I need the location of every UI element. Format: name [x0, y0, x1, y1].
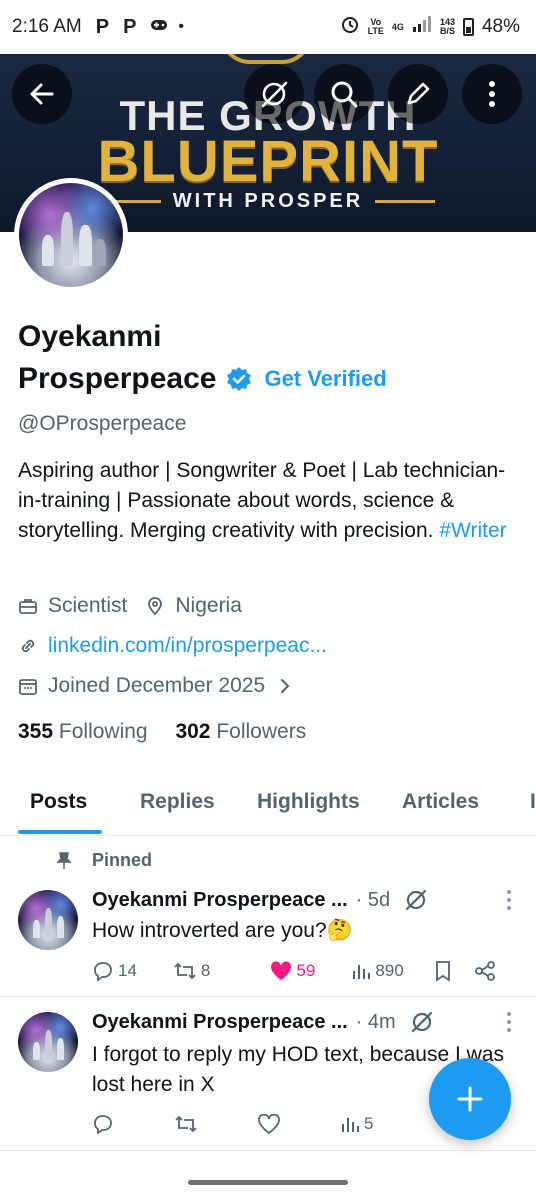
profile-meta-row: Scientist Nigeria [18, 594, 242, 618]
profile-handle: @OProsperpeace [18, 412, 187, 435]
calendar-icon [19, 679, 37, 695]
repost-icon [174, 962, 196, 980]
edit-button[interactable] [388, 64, 448, 124]
post-avatar[interactable] [18, 890, 78, 950]
location-pin-icon [148, 597, 163, 616]
views-chart-icon [342, 1118, 359, 1132]
reply-button[interactable] [92, 1113, 114, 1135]
bio-text: Aspiring author | Songwriter & Poet | La… [18, 459, 506, 542]
tab-articles[interactable]: Articles [402, 790, 479, 814]
more-options-button[interactable] [462, 64, 522, 124]
post-header: Oyekanmi Prosperpeace ... · 5d [92, 888, 512, 912]
like-button[interactable] [258, 1114, 280, 1134]
views-button[interactable]: 890 [351, 961, 404, 981]
banner-crest [220, 54, 312, 64]
post-time: · 5d [355, 888, 391, 911]
location-text: Nigeria [175, 594, 242, 617]
name-line1: Oyekanmi [18, 320, 162, 353]
vertical-dots-icon [489, 81, 495, 107]
tab-replies[interactable]: Replies [140, 790, 215, 814]
heart-outline-icon [258, 1114, 280, 1134]
back-button[interactable] [12, 64, 72, 124]
grok-icon[interactable] [410, 1010, 434, 1034]
profile-website-link[interactable]: linkedin.com/in/prosperpeac... [48, 634, 327, 658]
like-button[interactable]: 59 [270, 961, 315, 981]
volte-indicator: Vo LTE [367, 17, 384, 36]
repost-icon [175, 1115, 197, 1133]
following-link[interactable]: 355 Following [18, 720, 148, 743]
app-notification-icon: P [95, 15, 110, 38]
profession-text: Scientist [48, 594, 128, 617]
joined-text: Joined December 2025 [48, 674, 266, 697]
active-tab-indicator [18, 830, 102, 834]
profile-avatar[interactable] [14, 178, 128, 292]
battery-level: 48% [481, 16, 520, 37]
battery-icon [462, 18, 474, 36]
gesture-navigation-bar[interactable] [188, 1180, 348, 1185]
post-divider [0, 1150, 536, 1151]
repost-button[interactable]: 8 [173, 960, 210, 982]
post-actions: 14 8 59 890 [92, 960, 512, 982]
search-button[interactable] [314, 64, 374, 124]
post-time: · 4m [355, 1010, 396, 1033]
network-type: 4G [391, 21, 404, 32]
views-chart-icon [353, 965, 371, 979]
signal-icon [412, 16, 432, 38]
post-more-icon[interactable] [506, 889, 512, 911]
get-verified-link[interactable]: Get Verified [264, 358, 386, 400]
dot-icon: • [178, 18, 185, 35]
share-icon[interactable] [474, 960, 496, 982]
search-icon [331, 81, 358, 108]
tab-more-partial[interactable]: I [530, 790, 536, 814]
profile-bio: Aspiring author | Songwriter & Poet | La… [18, 456, 518, 546]
plus-icon [457, 1086, 483, 1112]
grok-icon [261, 81, 288, 108]
chevron-right-icon [281, 679, 290, 693]
pinned-label: Pinned [56, 850, 152, 871]
reply-icon [94, 1115, 112, 1135]
heart-filled-icon [271, 961, 292, 980]
network-speed: 143 B/S [439, 17, 455, 36]
pin-icon [56, 851, 72, 869]
grok-icon[interactable] [404, 888, 428, 912]
gamepad-icon [150, 18, 168, 37]
app-notification-icon: P [123, 15, 137, 38]
post-body: How introverted are you?🤔 [92, 919, 353, 942]
follow-stats: 355 Following 302 Followers [18, 720, 306, 744]
tab-highlights[interactable]: Highlights [257, 790, 360, 814]
profile-tabs: Posts Replies Highlights Articles I [0, 774, 536, 836]
repost-button[interactable] [174, 1113, 198, 1135]
followers-link[interactable]: 302 Followers [175, 720, 306, 743]
name-line2: Prosperpeace [18, 362, 217, 395]
alarm-icon [340, 14, 360, 40]
post-divider [0, 996, 536, 997]
profile-link-row: linkedin.com/in/prosperpeac... [18, 634, 327, 658]
bookmark-icon[interactable] [434, 960, 452, 982]
verified-badge-icon [227, 367, 252, 391]
pencil-icon [407, 82, 430, 105]
profile-name: Oyekanmi Prosperpeace Get Verified [18, 316, 387, 400]
status-time: 2:16 AM [12, 16, 82, 37]
reply-button[interactable]: 14 [92, 960, 137, 982]
arrow-left-icon [30, 83, 54, 105]
post-avatar[interactable] [18, 1012, 78, 1072]
bio-hashtag-link[interactable]: #Writer [439, 519, 506, 542]
status-bar: 2:16 AM P P • Vo LTE 4G 143 B/S 48% [0, 0, 536, 54]
briefcase-icon [19, 599, 37, 614]
compose-post-button[interactable] [429, 1058, 511, 1140]
views-button[interactable]: 5 [340, 1114, 373, 1134]
post-author[interactable]: Oyekanmi Prosperpeace ... [92, 1011, 348, 1034]
grok-button[interactable] [244, 64, 304, 124]
reply-icon [94, 962, 112, 982]
profile-joined-row[interactable]: Joined December 2025 [18, 674, 291, 698]
link-icon [21, 639, 35, 653]
avatar-image [19, 183, 123, 287]
tab-posts[interactable]: Posts [30, 790, 87, 814]
post-author[interactable]: Oyekanmi Prosperpeace ... [92, 889, 348, 912]
post-header: Oyekanmi Prosperpeace ... · 4m [92, 1010, 512, 1034]
post-more-icon[interactable] [506, 1011, 512, 1033]
